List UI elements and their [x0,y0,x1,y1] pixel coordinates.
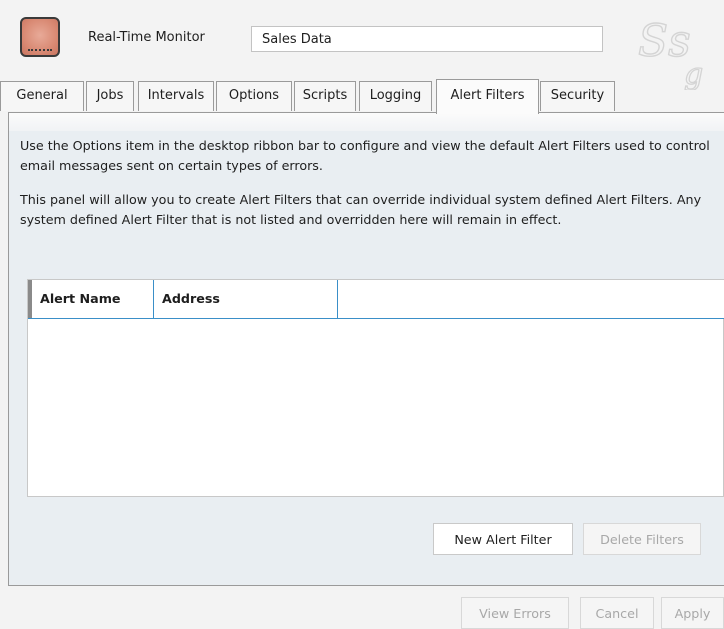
tab-jobs[interactable]: Jobs [86,81,134,111]
tab-scripts[interactable]: Scripts [294,81,356,111]
column-header-blank[interactable] [338,280,724,318]
cancel-button[interactable]: Cancel [580,597,654,629]
view-errors-button[interactable]: View Errors [461,597,569,629]
monitor-name-input[interactable] [251,26,603,52]
logo-watermark: Ss g [637,15,704,90]
tab-logging[interactable]: Logging [359,81,432,111]
monitor-icon [20,17,60,57]
svg-text:Ss: Ss [638,16,691,67]
column-header-address[interactable]: Address [154,280,338,318]
tab-alert-filters[interactable]: Alert Filters [436,79,539,114]
delete-filters-button[interactable]: Delete Filters [583,523,701,555]
grid-body[interactable] [28,319,724,496]
tab-options[interactable]: Options [216,81,292,111]
monitor-type-label: Real-Time Monitor [88,30,205,45]
tab-security[interactable]: Security [540,81,615,111]
svg-text:g: g [684,57,703,90]
tab-intervals[interactable]: Intervals [138,81,214,111]
new-alert-filter-button[interactable]: New Alert Filter [433,523,573,555]
apply-button[interactable]: Apply [661,597,724,629]
tab-general[interactable]: General [0,81,84,111]
panel-description-2: This panel will allow you to create Aler… [20,192,702,227]
grid-header: Alert Name Address [28,280,724,319]
panel-description-1: Use the Options item in the desktop ribb… [20,138,710,173]
panel-top-gradient [9,113,724,131]
column-header-alert-name[interactable]: Alert Name [32,280,154,318]
